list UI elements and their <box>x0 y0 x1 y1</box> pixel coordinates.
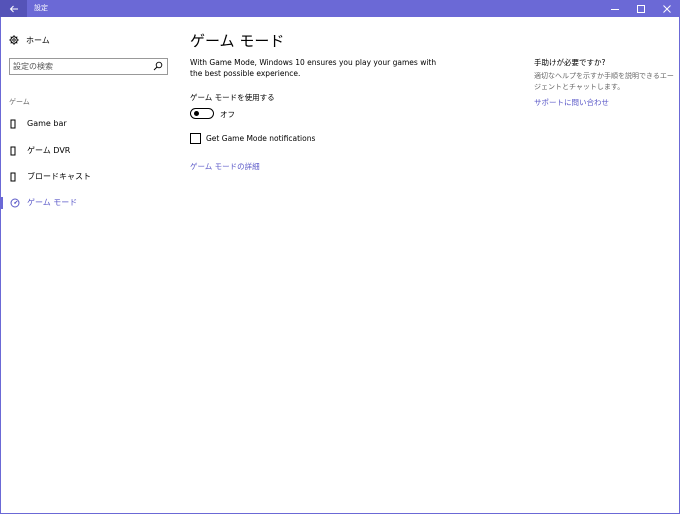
page-title: ゲーム モード <box>190 32 285 50</box>
close-icon <box>663 4 671 13</box>
notifications-checkbox-label[interactable]: Get Game Mode notifications <box>206 133 315 144</box>
sidebar: ホーム ゲーム Game bar ゲーム DVR ブロードキャスト <box>0 17 174 514</box>
maximize-button[interactable] <box>628 0 654 17</box>
back-arrow-icon <box>9 5 18 12</box>
close-button[interactable] <box>654 0 680 17</box>
sidebar-item-label: ブロードキャスト <box>27 172 91 181</box>
game-bar-icon <box>10 119 16 129</box>
gear-icon <box>9 35 19 45</box>
search-input[interactable] <box>10 59 148 74</box>
sidebar-item-broadcast[interactable]: ブロードキャスト <box>0 168 174 186</box>
sidebar-item-game-mode[interactable]: ゲーム モード <box>0 194 174 212</box>
search-icon[interactable] <box>153 61 163 71</box>
toggle-knob <box>194 111 199 116</box>
game-mode-toggle[interactable] <box>190 108 214 119</box>
active-indicator <box>0 197 3 209</box>
sidebar-item-game-bar[interactable]: Game bar <box>0 115 174 133</box>
maximize-icon <box>637 4 645 13</box>
help-description: 適切なヘルプを示すか手順を説明できるエージェントとチャットします。 <box>534 72 674 91</box>
back-button[interactable] <box>0 0 27 17</box>
help-title: 手助けが必要ですか? <box>534 58 606 67</box>
main-content: ゲーム モード With Game Mode, Windows 10 ensur… <box>174 17 680 514</box>
window-title: 設定 <box>34 4 48 12</box>
game-mode-icon <box>10 198 20 208</box>
sidebar-item-label: ゲーム モード <box>27 198 78 207</box>
section-label: ゲーム <box>9 98 30 106</box>
game-mode-description: With Game Mode, Windows 10 ensures you p… <box>190 58 437 78</box>
game-dvr-icon <box>10 146 16 156</box>
sidebar-item-game-dvr[interactable]: ゲーム DVR <box>0 142 174 160</box>
home-label: ホーム <box>26 35 50 45</box>
broadcast-icon <box>10 172 16 182</box>
toggle-label: ゲーム モードを使用する <box>190 93 275 102</box>
sidebar-item-label: Game bar <box>27 119 67 128</box>
search-box[interactable] <box>9 58 168 75</box>
minimize-icon <box>611 8 619 10</box>
title-bar: 設定 <box>0 0 680 17</box>
contact-support-link[interactable]: サポートに問い合わせ <box>534 97 609 108</box>
home-link[interactable]: ホーム <box>9 33 50 47</box>
toggle-state: オフ <box>220 110 235 119</box>
sidebar-item-label: ゲーム DVR <box>27 146 71 155</box>
notifications-checkbox[interactable] <box>190 133 201 144</box>
minimize-button[interactable] <box>602 0 628 17</box>
game-mode-details-link[interactable]: ゲーム モードの詳細 <box>190 161 260 172</box>
